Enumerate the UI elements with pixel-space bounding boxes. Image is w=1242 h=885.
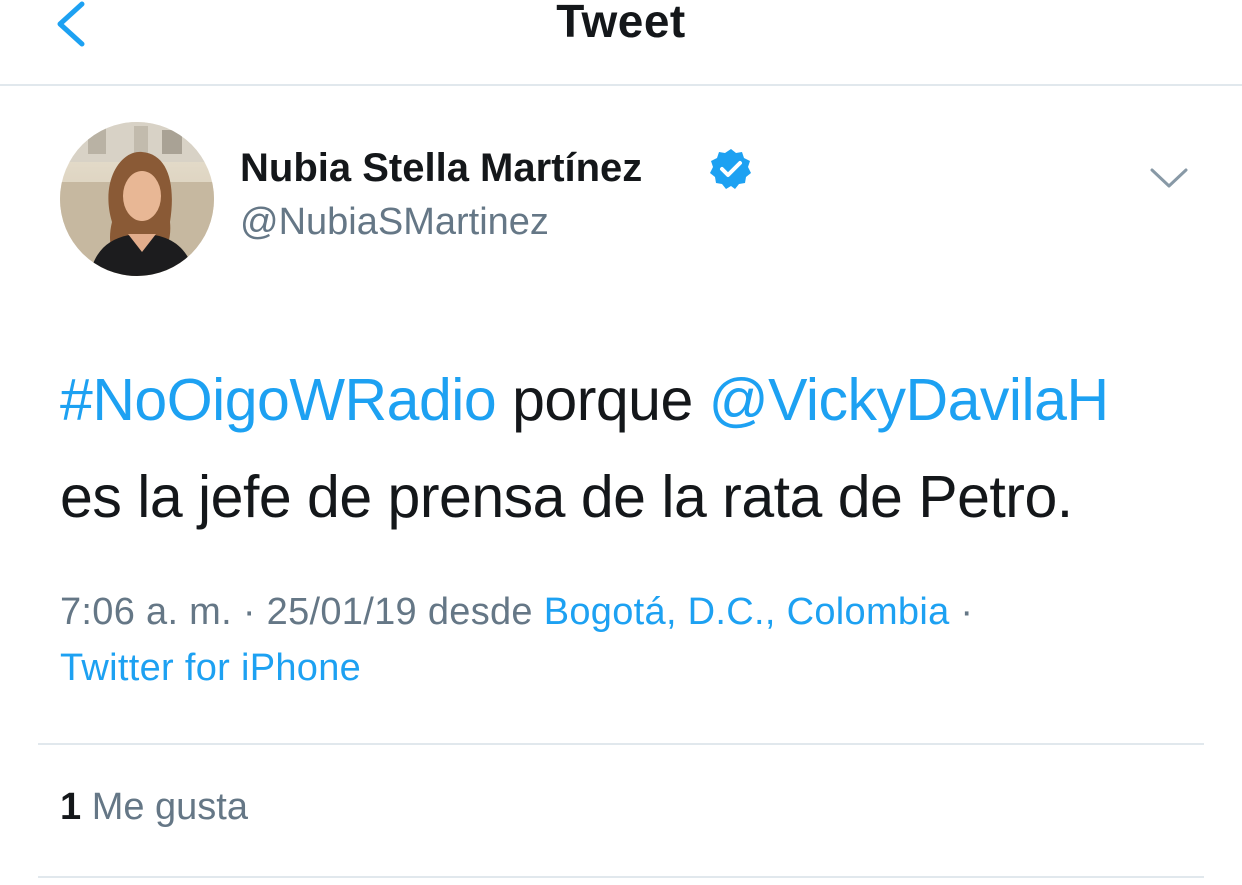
mention-link[interactable]: @VickyDavilaH	[709, 367, 1109, 433]
nav-bar: Tweet	[0, 0, 1242, 86]
author-handle[interactable]: @NubiaSMartinez	[240, 201, 549, 244]
tweet-text-segment: es la jefe de prensa de la rata de Petro…	[60, 464, 1073, 530]
likes-number: 1	[60, 786, 82, 828]
tweet-text-segment: porque	[496, 367, 709, 433]
author-display-name[interactable]: Nubia Stella Martínez	[240, 146, 642, 191]
tweet-menu-button[interactable]	[1146, 160, 1192, 194]
tweet-meta: 7:06 a. m. · 25/01/19 desde Bogotá, D.C.…	[60, 584, 1210, 696]
chevron-down-icon	[1150, 168, 1188, 188]
divider	[38, 876, 1204, 878]
tweet-text: #NoOigoWRadio porque @VickyDavilaH es la …	[60, 352, 1210, 546]
divider	[38, 743, 1204, 745]
client-link[interactable]: Twitter for iPhone	[60, 647, 361, 689]
verified-badge-icon	[709, 147, 753, 191]
hashtag-link[interactable]: #NoOigoWRadio	[60, 367, 497, 433]
likes-count[interactable]: 1 Me gusta	[60, 786, 248, 829]
tweet-detail-screen: Tweet Nubia Stella Martínez @NubiaSMarti…	[0, 0, 1242, 885]
likes-label: Me gusta	[81, 786, 249, 828]
avatar-photo	[60, 122, 214, 276]
page-title: Tweet	[556, 0, 686, 47]
meta-separator: ·	[949, 591, 974, 633]
avatar[interactable]	[60, 122, 214, 276]
tweet-timestamp: 7:06 a. m. · 25/01/19 desde	[60, 591, 544, 633]
location-link[interactable]: Bogotá, D.C., Colombia	[544, 591, 950, 633]
